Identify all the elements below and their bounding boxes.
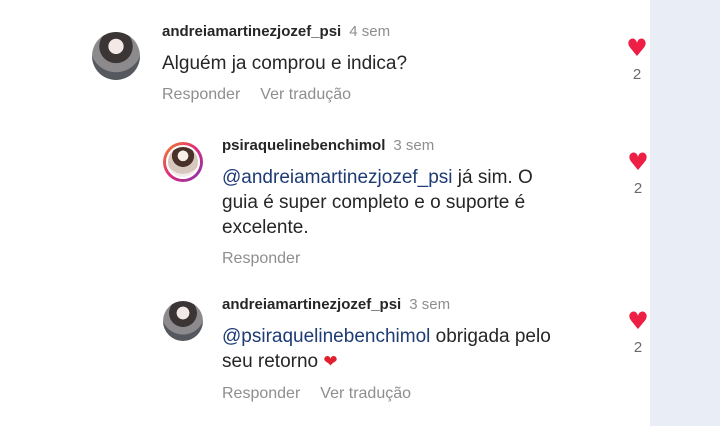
like-count: 2 [633, 339, 643, 356]
comment-username[interactable]: andreiamartinezjozef_psi [162, 23, 341, 40]
comment-username[interactable]: psiraquelinebenchimol [222, 137, 385, 154]
avatar[interactable] [163, 301, 203, 341]
comment-header: andreiamartinezjozef_psi 4 sem [162, 22, 502, 42]
comment-actions: Responder Ver tradução [162, 86, 502, 104]
comment-text: @andreiamartinezjozef_psi já sim. O guia… [222, 165, 562, 240]
reply-button[interactable]: Responder [222, 385, 300, 402]
comment-username[interactable]: andreiamartinezjozef_psi [222, 296, 401, 313]
comment-time: 3 sem [409, 296, 451, 313]
mention-link[interactable]: @andreiamartinezjozef_psi [222, 167, 453, 188]
comment-text: Alguém ja comprou e indica? [162, 53, 408, 74]
translate-button[interactable]: Ver tradução [320, 385, 411, 402]
comment-time: 3 sem [393, 137, 435, 154]
like-control: ♥ 2 [622, 36, 652, 83]
reply-button[interactable]: Responder [162, 86, 240, 103]
comment-text: @psiraquelinebenchimol obrigada pelo seu… [222, 324, 562, 375]
like-control: ♥ 2 [623, 309, 653, 356]
comment-content: andreiamartinezjozef_psi 4 sem Alguém ja … [162, 22, 502, 104]
comment-header: psiraquelinebenchimol 3 sem [222, 136, 562, 156]
comment-content: psiraquelinebenchimol 3 sem @andreiamarti… [222, 136, 562, 268]
heart-icon[interactable]: ♥ [622, 36, 652, 60]
comment-content: andreiamartinezjozef_psi 3 sem @psiraquel… [222, 295, 562, 403]
heart-emoji: ❤ [323, 352, 338, 372]
like-control: ♥ 2 [623, 150, 653, 197]
right-background-strip [650, 0, 720, 426]
translate-button[interactable]: Ver tradução [260, 86, 351, 103]
heart-icon[interactable]: ♥ [623, 150, 653, 174]
comment-actions: Responder Ver tradução [222, 385, 562, 403]
reply-button[interactable]: Responder [222, 250, 300, 267]
comment-header: andreiamartinezjozef_psi 3 sem [222, 295, 562, 315]
like-count: 2 [633, 180, 643, 197]
comment-actions: Responder [222, 250, 562, 268]
avatar[interactable] [92, 32, 140, 80]
heart-icon[interactable]: ♥ [623, 309, 653, 333]
mention-link[interactable]: @psiraquelinebenchimol [222, 326, 430, 347]
avatar[interactable] [163, 142, 203, 182]
like-count: 2 [632, 66, 642, 83]
comment-time: 4 sem [349, 23, 391, 40]
